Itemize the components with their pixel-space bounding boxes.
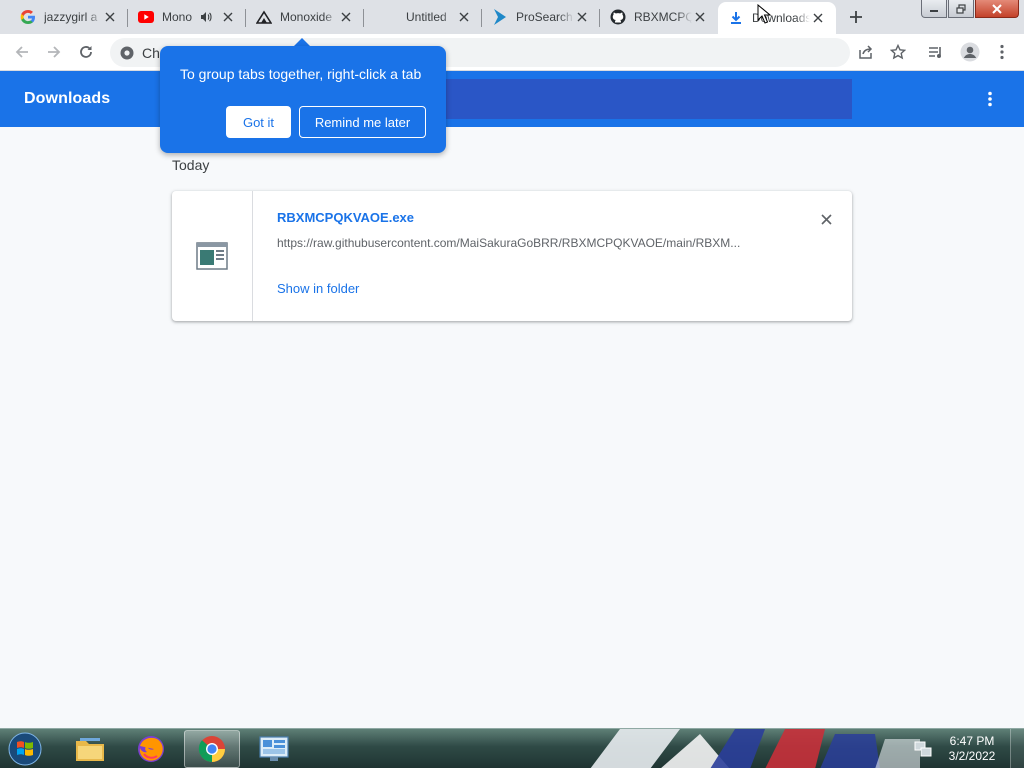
more-vert-icon (1000, 44, 1004, 60)
back-arrow-icon (15, 46, 28, 58)
download-icon (728, 10, 744, 26)
windows-logo-icon (8, 732, 42, 766)
taskbar-explorer[interactable] (62, 730, 118, 768)
taskbar-firefox[interactable] (123, 730, 179, 768)
tab-downloads[interactable]: Downloads (718, 2, 836, 34)
file-source-url[interactable]: https://raw.githubusercontent.com/MaiSak… (277, 236, 777, 250)
profile-button[interactable] (956, 38, 984, 66)
avatar-icon (960, 42, 980, 62)
bookmark-button[interactable] (884, 38, 912, 66)
tab-title: jazzygirl a (44, 10, 98, 24)
mouse-pointer-icon (757, 4, 771, 24)
github-icon (610, 9, 626, 25)
tab-prosearch[interactable]: ProSearch (482, 0, 600, 34)
more-vert-icon (988, 91, 992, 107)
tab-google[interactable]: jazzygirl a (0, 0, 128, 34)
tab-strip: jazzygirl a Mono Monoxide Untitled ProSe… (0, 0, 1024, 34)
tab-untitled[interactable]: Untitled (364, 0, 482, 34)
downloads-header: Downloads (0, 71, 1024, 127)
got-it-button[interactable]: Got it (226, 106, 291, 138)
monoxide-icon (256, 9, 272, 25)
taskbar-control-panel[interactable] (246, 730, 302, 768)
close-icon[interactable] (574, 9, 590, 25)
tab-title: Monoxide (280, 10, 333, 24)
media-list-icon (929, 47, 941, 58)
forward-button[interactable] (40, 38, 68, 66)
show-in-folder-link[interactable]: Show in folder (277, 281, 359, 296)
remind-me-later-button[interactable]: Remind me later (299, 106, 426, 138)
exe-file-icon (196, 242, 228, 270)
system-clock[interactable]: 6:47 PM 3/2/2022 (940, 734, 1004, 764)
download-item: RBXMCPQKVAOE.exe https://raw.githubuserc… (172, 191, 852, 321)
close-icon (820, 213, 832, 225)
google-icon (20, 9, 36, 25)
clock-time: 6:47 PM (949, 734, 995, 748)
callout-arrow (294, 38, 310, 46)
forward-arrow-icon (48, 46, 61, 58)
tab-youtube[interactable]: Mono (128, 0, 246, 34)
restore-icon (956, 3, 966, 14)
clock-date: 3/2/2022 (948, 749, 996, 763)
close-icon[interactable] (220, 9, 236, 25)
chrome-icon (198, 736, 225, 763)
prosearch-icon (492, 9, 508, 25)
tab-group-tip-bubble: To group tabs together, right-click a ta… (160, 46, 446, 153)
restore-button[interactable] (948, 0, 974, 18)
windows-taskbar: 6:47 PM 3/2/2022 (0, 728, 1024, 768)
speaker-icon[interactable] (200, 10, 214, 24)
reading-list-button[interactable] (922, 38, 950, 66)
tab-title: Untitled (406, 10, 447, 24)
close-icon[interactable] (692, 9, 708, 25)
new-tab-button[interactable] (842, 5, 870, 29)
tab-monoxide[interactable]: Monoxide (246, 0, 364, 34)
file-name-link[interactable]: RBXMCPQKVAOE.exe (277, 210, 414, 225)
remove-download-button[interactable] (816, 209, 836, 229)
browser-toolbar: Chrome (0, 34, 1024, 71)
chrome-site-icon (120, 46, 134, 60)
tab-title: ProSearch (516, 10, 573, 24)
show-desktop-button[interactable] (1010, 729, 1024, 768)
control-panel-icon (259, 736, 289, 761)
tab-title: RBXMCPQ (634, 10, 692, 24)
firefox-icon (138, 736, 164, 762)
wallpaper-peek (590, 729, 920, 768)
tab-github[interactable]: RBXMCPQ (600, 0, 718, 34)
taskbar-chrome[interactable] (184, 730, 240, 768)
close-icon (992, 3, 1002, 14)
date-header: Today (172, 157, 210, 173)
close-icon[interactable] (338, 9, 354, 25)
explorer-icon (76, 738, 104, 761)
start-button[interactable] (2, 730, 48, 768)
tip-text: To group tabs together, right-click a ta… (180, 66, 422, 82)
close-icon[interactable] (456, 9, 472, 25)
window-controls (921, 0, 1024, 20)
reload-icon (80, 46, 92, 58)
back-button[interactable] (8, 38, 36, 66)
star-icon (890, 44, 906, 60)
plus-icon (850, 11, 862, 23)
page-title: Downloads (24, 90, 111, 107)
reload-button[interactable] (72, 38, 100, 66)
close-icon[interactable] (102, 9, 118, 25)
share-icon (859, 45, 873, 59)
tab-title: Mono (162, 10, 193, 24)
downloads-menu-button[interactable] (976, 85, 1004, 113)
network-icon[interactable] (914, 740, 932, 758)
share-button[interactable] (852, 38, 880, 66)
chrome-menu-button[interactable] (988, 38, 1016, 66)
youtube-icon (138, 9, 154, 25)
close-window-button[interactable] (975, 0, 1019, 18)
minimize-icon (930, 9, 938, 12)
close-icon[interactable] (810, 10, 826, 26)
file-icon-column (172, 191, 253, 321)
blank-icon (374, 9, 390, 25)
minimize-button[interactable] (921, 0, 947, 18)
